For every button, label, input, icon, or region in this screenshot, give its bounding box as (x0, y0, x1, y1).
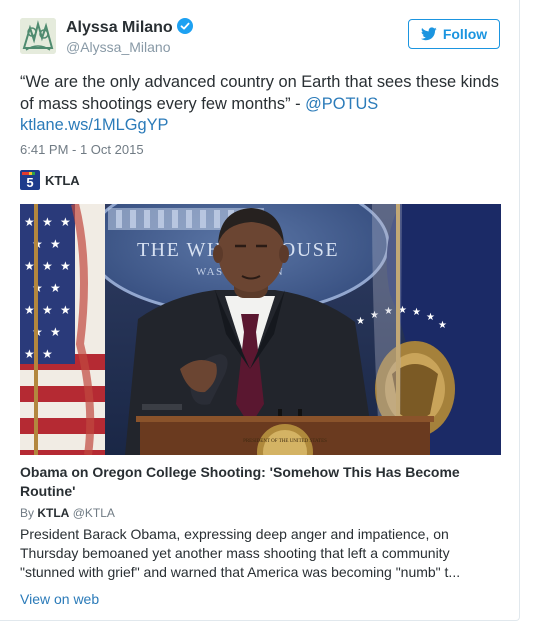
svg-text:★: ★ (24, 303, 35, 317)
follow-label: Follow (442, 26, 488, 42)
author-name[interactable]: Alyssa Milano (66, 19, 173, 36)
svg-text:★: ★ (24, 347, 35, 361)
tweet-text: “We are the only advanced country on Ear… (20, 72, 505, 137)
tweet-header: Alyssa Milano @Alyssa_Milano Follow (20, 16, 500, 60)
svg-text:★: ★ (50, 237, 61, 251)
svg-text:★: ★ (60, 303, 71, 317)
author-block[interactable]: Alyssa Milano @Alyssa_Milano (66, 18, 193, 56)
svg-text:★: ★ (60, 259, 71, 273)
svg-text:★: ★ (42, 303, 53, 317)
svg-text:★: ★ (24, 259, 35, 273)
svg-text:★: ★ (50, 281, 61, 295)
svg-text:★: ★ (42, 215, 53, 229)
svg-text:★: ★ (356, 316, 365, 327)
author-handle[interactable]: @Alyssa_Milano (66, 38, 193, 56)
podium-seal-text: PRESIDENT OF THE UNITED STATES (243, 439, 327, 444)
card-source[interactable]: 5 KTLA (20, 170, 80, 190)
byline-handle[interactable]: @KTLA (73, 506, 115, 520)
view-on-web-link[interactable]: View on web (20, 591, 99, 607)
ktla-logo-number: 5 (26, 175, 33, 190)
avatar[interactable] (20, 18, 56, 54)
article-summary[interactable]: Obama on Oregon College Shooting: 'Someh… (20, 463, 500, 582)
us-flag: ★★★ ★★ ★★★ ★★ ★★★ ★★ ★★ (20, 204, 105, 455)
tweet-card: Alyssa Milano @Alyssa_Milano Follow “We … (0, 0, 520, 621)
article-description: President Barack Obama, expressing deep … (20, 526, 461, 580)
tweet-timestamp[interactable]: 6:41 PM - 1 Oct 2015 (20, 142, 144, 157)
svg-text:★: ★ (60, 215, 71, 229)
follow-button[interactable]: Follow (408, 19, 500, 49)
press-briefing-photo: THE WHITE HOUSE WASHINGTON ★★★ ★★ ★★★ ★★… (20, 204, 501, 455)
byline-name[interactable]: KTLA (37, 506, 69, 520)
svg-text:★: ★ (24, 215, 35, 229)
tweet-quote-text: “We are the only advanced country on Ear… (20, 73, 499, 113)
svg-text:★: ★ (50, 325, 61, 339)
svg-text:★: ★ (42, 259, 53, 273)
article-byline: By KTLA @KTLA (20, 505, 500, 521)
ktla-logo-icon: 5 (20, 170, 40, 190)
tweet-url-link[interactable]: ktlane.ws/1MLGgYP (20, 116, 169, 134)
byline-prefix: By (20, 506, 35, 520)
svg-text:★: ★ (42, 347, 53, 361)
avatar-image (20, 18, 56, 54)
mention-link[interactable]: @POTUS (305, 95, 378, 113)
podium: PRESIDENT OF THE UNITED STATES (136, 416, 434, 455)
source-name: KTLA (45, 172, 80, 188)
article-image[interactable]: THE WHITE HOUSE WASHINGTON ★★★ ★★ ★★★ ★★… (20, 204, 501, 455)
svg-text:★: ★ (438, 320, 447, 331)
verified-badge-icon (176, 18, 193, 34)
article-title[interactable]: Obama on Oregon College Shooting: 'Someh… (20, 463, 500, 501)
svg-text:★: ★ (426, 312, 435, 323)
svg-text:★: ★ (412, 307, 421, 318)
twitter-bird-icon (420, 27, 437, 41)
